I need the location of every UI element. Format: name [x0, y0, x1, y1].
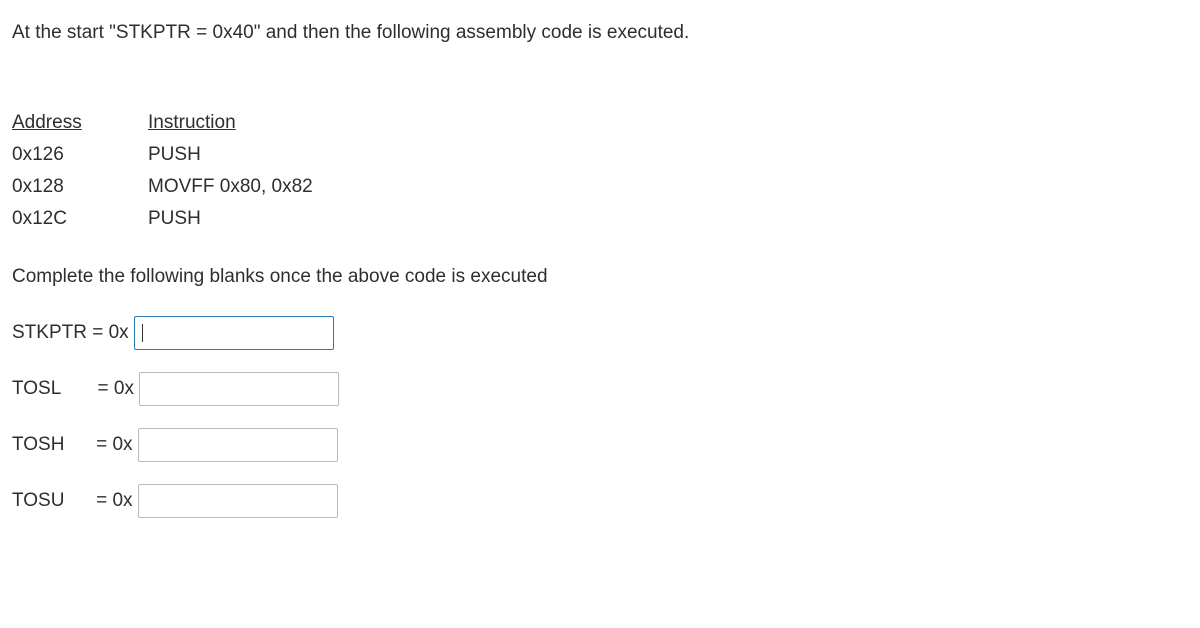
answer-row-tosu: TOSU = 0x: [12, 484, 1188, 518]
answer-rows: STKPTR = 0x TOSL = 0x TOSH = 0x TOSU = 0…: [12, 316, 1188, 518]
code-row: 0x126 PUSH: [12, 139, 1188, 171]
intro-text: At the start "STKPTR = 0x40" and then th…: [12, 20, 1188, 47]
header-address: Address: [12, 107, 148, 139]
answer-label: STKPTR = 0x: [12, 322, 134, 344]
header-instruction: Instruction: [148, 107, 236, 139]
answer-row-tosh: TOSH = 0x: [12, 428, 1188, 462]
tosl-input[interactable]: [139, 372, 339, 406]
stkptr-input[interactable]: [134, 316, 334, 350]
answer-row-stkptr: STKPTR = 0x: [12, 316, 1188, 350]
tosu-input[interactable]: [138, 484, 338, 518]
cell-instruction: MOVFF 0x80, 0x82: [148, 171, 313, 203]
cell-address: 0x12C: [12, 203, 148, 235]
tosh-input[interactable]: [138, 428, 338, 462]
answer-label: TOSH = 0x: [12, 434, 138, 456]
answer-row-tosl: TOSL = 0x: [12, 372, 1188, 406]
code-row: 0x128 MOVFF 0x80, 0x82: [12, 171, 1188, 203]
code-header-row: Address Instruction: [12, 107, 1188, 139]
cell-instruction: PUSH: [148, 139, 201, 171]
cell-address: 0x126: [12, 139, 148, 171]
code-block: Address Instruction 0x126 PUSH 0x128 MOV…: [12, 107, 1188, 236]
code-row: 0x12C PUSH: [12, 203, 1188, 235]
cell-address: 0x128: [12, 171, 148, 203]
answer-label: TOSU = 0x: [12, 490, 138, 512]
text-cursor: [142, 324, 143, 342]
answer-label: TOSL = 0x: [12, 378, 139, 400]
prompt-text: Complete the following blanks once the a…: [12, 266, 1188, 288]
cell-instruction: PUSH: [148, 203, 201, 235]
